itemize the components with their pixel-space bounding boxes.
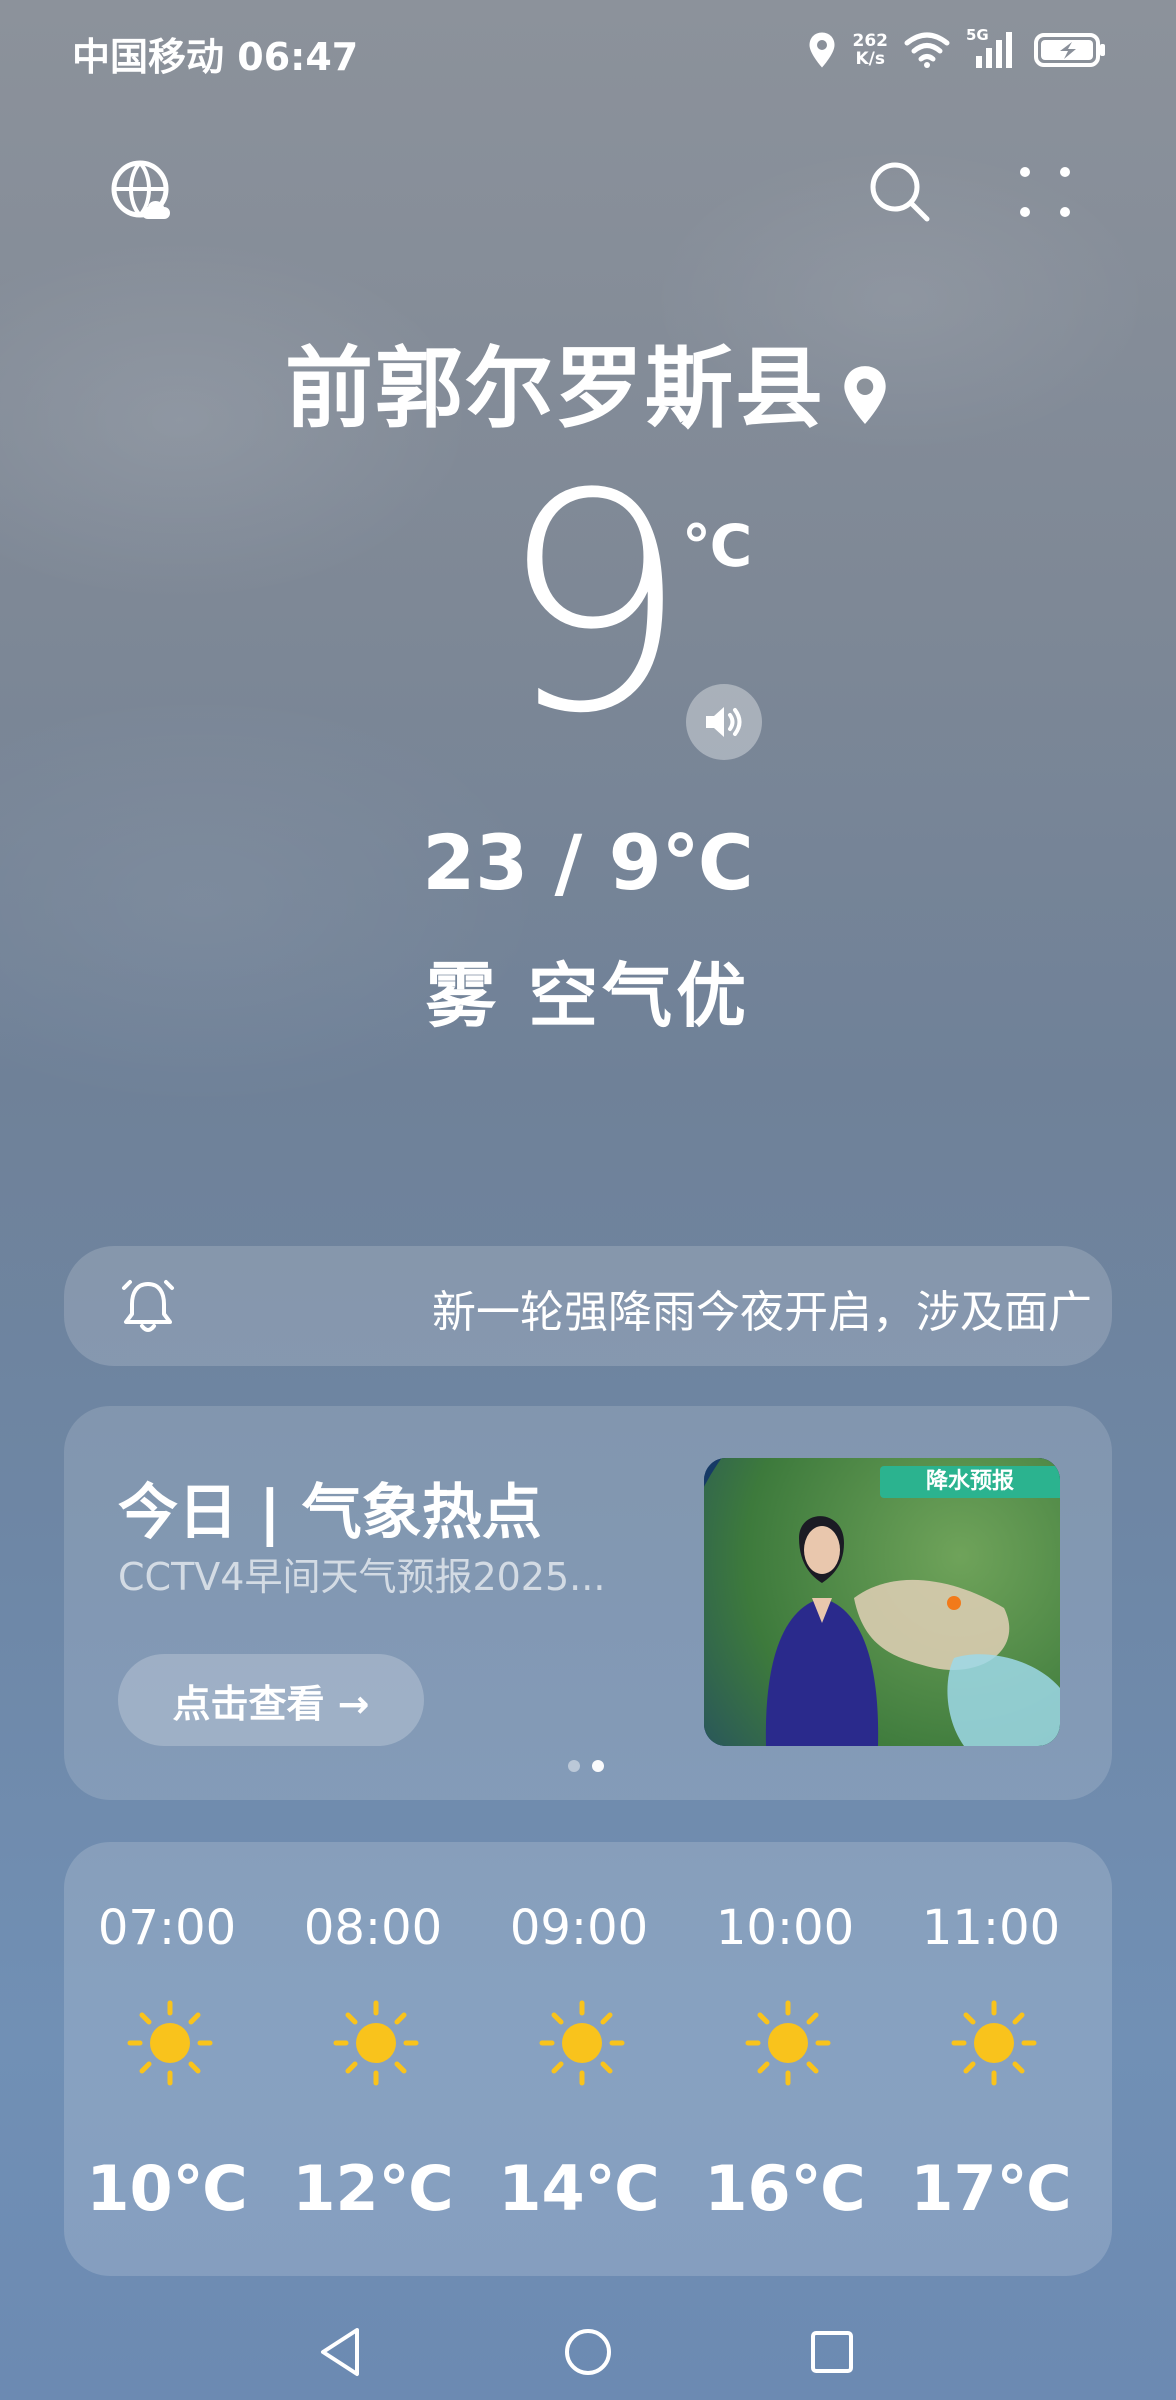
forecast-map-image bbox=[704, 1458, 1060, 1746]
hourly-item: 09:00 14℃ bbox=[476, 1842, 682, 2276]
wifi-icon bbox=[904, 32, 950, 68]
voice-broadcast-button[interactable] bbox=[686, 684, 762, 760]
search-icon bbox=[870, 162, 930, 222]
location-icon bbox=[809, 32, 834, 68]
alert-banner[interactable]: 新一轮强降雨今夜开启，涉及面广 bbox=[64, 1246, 1112, 1366]
sun-icon bbox=[127, 2000, 213, 2086]
nav-home-button[interactable] bbox=[548, 2312, 628, 2392]
city-name: 前郭尔罗斯县 bbox=[284, 337, 825, 440]
signal-indicator: 5G bbox=[966, 26, 1018, 70]
battery-icon bbox=[1034, 33, 1105, 67]
city-name-row[interactable]: 前郭尔罗斯县 bbox=[0, 318, 1176, 447]
city-manage-button[interactable] bbox=[103, 152, 183, 232]
nav-recents-button[interactable] bbox=[792, 2312, 872, 2392]
status-icons: 262 K/s 5G bbox=[807, 26, 1107, 74]
status-carrier-time: 中国移动 06:47 bbox=[72, 26, 358, 81]
speaker-icon bbox=[706, 707, 742, 737]
speed-value: 262 bbox=[852, 31, 889, 51]
grid-dots-icon bbox=[1020, 167, 1070, 217]
hour-time: 09:00 bbox=[509, 1900, 649, 1956]
hour-time: 07:00 bbox=[97, 1900, 237, 1956]
weather-hot-topic-card[interactable]: 今日 | 气象热点 CCTV4早间天气预报2025... 点击查看 → 降水预报 bbox=[64, 1406, 1112, 1800]
home-circle-icon bbox=[565, 2329, 611, 2375]
hour-time: 11:00 bbox=[921, 1900, 1061, 1956]
temperature-range: 23 / 9℃ bbox=[422, 818, 754, 907]
sun-icon bbox=[539, 2000, 625, 2086]
view-button[interactable]: 点击查看 → bbox=[118, 1654, 424, 1746]
hourly-item: 07:00 10℃ bbox=[64, 1842, 270, 2276]
current-temperature: 9 bbox=[498, 430, 689, 779]
hourly-forecast-card[interactable]: 07:00 10℃ 08:00 12℃ 09:00 14℃ 10:00 16℃ … bbox=[64, 1842, 1112, 2276]
hour-temperature: 10℃ bbox=[86, 2152, 248, 2225]
system-navigation-bar bbox=[0, 2300, 1176, 2400]
carrier-name: 中国移动 bbox=[72, 35, 225, 79]
clock: 06:47 bbox=[237, 35, 359, 79]
speed-unit: K/s bbox=[855, 49, 885, 69]
view-button-label: 点击查看 → bbox=[172, 1681, 370, 1726]
carousel-dot[interactable] bbox=[568, 1760, 580, 1772]
hour-temperature: 16℃ bbox=[704, 2152, 866, 2225]
bell-alarm-icon bbox=[122, 1280, 174, 1332]
hour-temperature: 12℃ bbox=[292, 2152, 454, 2225]
hourly-item: 10:00 16℃ bbox=[682, 1842, 888, 2276]
sun-icon bbox=[951, 2000, 1037, 2086]
precipitation-badge: 降水预报 bbox=[880, 1466, 1060, 1498]
location-pin-icon bbox=[839, 344, 891, 447]
hourly-item: 11:00 17℃ bbox=[888, 1842, 1094, 2276]
sun-icon bbox=[745, 2000, 831, 2086]
sun-icon bbox=[333, 2000, 419, 2086]
hot-topic-title: 今日 | 气象热点 bbox=[118, 1478, 542, 1548]
network-speed: 262 K/s bbox=[853, 32, 889, 68]
alert-text: 新一轮强降雨今夜开启，涉及面广 bbox=[432, 1287, 1092, 1338]
carousel-dots bbox=[568, 1760, 604, 1772]
nav-back-button[interactable] bbox=[300, 2312, 380, 2392]
hot-topic-subtitle: CCTV4早间天气预报2025... bbox=[118, 1555, 606, 1599]
weather-condition[interactable]: 雾 空气优 bbox=[0, 940, 1176, 1041]
hour-temperature: 17℃ bbox=[910, 2152, 1072, 2225]
globe-cloud-icon bbox=[111, 160, 170, 219]
hour-time: 08:00 bbox=[303, 1900, 443, 1956]
status-bar: 中国移动 06:47 262 K/s 5G bbox=[0, 0, 1176, 100]
temperature-unit: ℃ bbox=[682, 512, 753, 580]
hour-temperature: 14℃ bbox=[498, 2152, 660, 2225]
carousel-dot-active[interactable] bbox=[592, 1760, 604, 1772]
hour-time: 10:00 bbox=[715, 1900, 855, 1956]
search-button[interactable] bbox=[860, 152, 940, 232]
video-thumbnail[interactable]: 降水预报 bbox=[704, 1458, 1060, 1746]
more-menu-button[interactable] bbox=[1005, 152, 1085, 232]
hourly-item: 08:00 12℃ bbox=[270, 1842, 476, 2276]
back-triangle-icon bbox=[321, 2328, 359, 2376]
signal-icon bbox=[976, 32, 1012, 68]
recents-square-icon bbox=[811, 2331, 853, 2373]
